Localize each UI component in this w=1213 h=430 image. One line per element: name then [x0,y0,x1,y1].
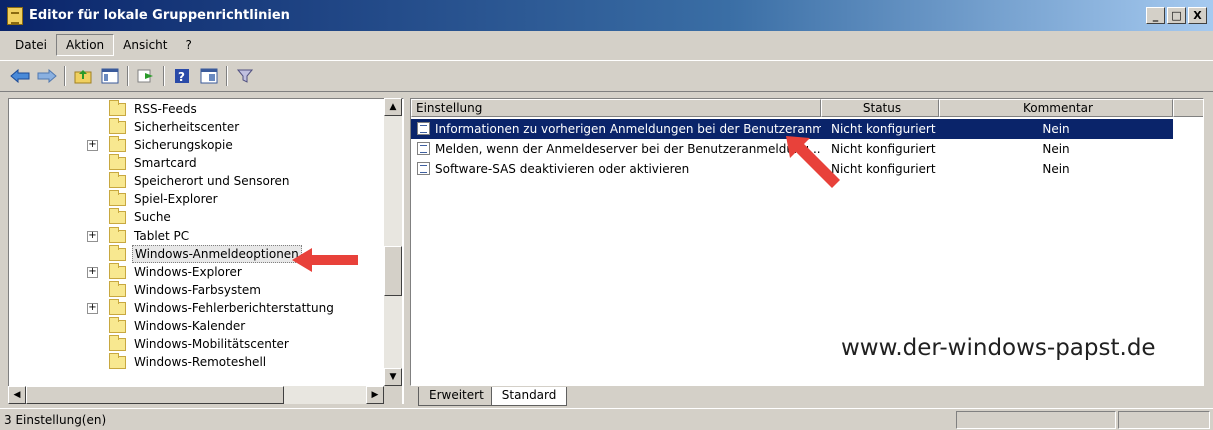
show-hide-tree-icon[interactable] [98,65,122,87]
tab-erweitert[interactable]: Erweitert [418,387,495,406]
tree-item-label: Windows-Kalender [134,319,246,333]
scrollbar-corner [384,386,402,404]
folder-icon [109,208,126,224]
view-tabs: Erweitert Standard [410,386,1204,406]
gpedit-app-icon [7,6,23,25]
comment-cell: Nein [1042,142,1070,156]
watermark-text: www.der-windows-papst.de [841,335,1156,361]
toolbar-separator [226,66,228,86]
tab-standard[interactable]: Standard [490,387,568,406]
tree-item-label: Windows-Explorer [134,265,242,279]
minimize-button[interactable]: _ [1146,7,1165,24]
forward-icon[interactable] [35,65,59,87]
folder-icon [109,172,126,188]
red-arrow-icon [786,136,840,188]
folder-icon [109,136,126,152]
tree-item-label: Windows-Fehlerberichterstattung [134,301,334,315]
close-button[interactable]: X [1188,7,1207,24]
folder-icon [109,281,126,297]
setting-name: Software-SAS deaktivieren oder aktiviere… [435,162,690,176]
filter-icon[interactable] [233,65,257,87]
toolbar-separator [163,66,165,86]
menu-bar: Datei Aktion Ansicht ? [0,31,1213,58]
menu-datei[interactable]: Datei [6,35,56,55]
policy-setting-icon [417,122,430,135]
export-list-icon[interactable] [134,65,158,87]
scroll-right-icon[interactable]: ▶ [366,386,384,404]
setting-cell: Melden, wenn der Anmeldeserver bei der B… [411,139,821,159]
folder-icon [109,317,126,333]
window-title: Editor für lokale Gruppenrichtlinien [29,8,290,23]
svg-text:?: ? [178,70,185,84]
menu-ansicht[interactable]: Ansicht [114,35,176,55]
tree-item-label: RSS-Feeds [134,102,197,116]
folder-icon [109,335,126,351]
tree-item-label: Spiel-Explorer [134,192,218,206]
expand-icon[interactable]: + [87,303,98,314]
tree-item-label: Tablet PC [134,229,190,243]
tree-horizontal-scrollbar[interactable]: ◀ ▶ [8,386,384,404]
comment-cell: Nein [1042,162,1070,176]
folder-icon [109,353,126,369]
folder-icon [109,118,126,134]
folder-icon [109,190,126,206]
tree-item-label: Windows-Remoteshell [134,355,267,369]
policy-setting-icon [417,142,430,155]
help-icon[interactable]: ? [170,65,194,87]
status-bar: 3 Einstellung(en) [0,408,1213,430]
folder-icon [109,245,126,261]
menu-help[interactable]: ? [176,35,200,55]
tree-item-label: Windows-Anmeldeoptionen [132,245,302,263]
folder-icon [109,154,126,170]
expand-icon[interactable]: + [87,231,98,242]
setting-name: Informationen zu vorherigen Anmeldungen … [435,122,821,136]
properties-icon[interactable] [197,65,221,87]
scroll-left-icon[interactable]: ◀ [8,386,26,404]
folder-icon [109,227,126,243]
tree-scroll-thumb[interactable] [384,246,402,296]
column-header-kommentar[interactable]: Kommentar [939,99,1173,117]
setting-cell: Informationen zu vorherigen Anmeldungen … [411,119,821,139]
tree-item-label: Sicherheitscenter [134,120,240,134]
setting-cell: Software-SAS deaktivieren oder aktiviere… [411,159,821,179]
setting-name: Melden, wenn der Anmeldeserver bei der B… [435,142,821,156]
tree-item-label: Smartcard [134,156,197,170]
tree-item-label: Windows-Farbsystem [134,283,261,297]
expand-icon[interactable]: + [87,267,98,278]
folder-icon [109,263,126,279]
toolbar-separator [64,66,66,86]
column-header-status[interactable]: Status [821,99,939,117]
status-pane [1118,411,1210,429]
policy-setting-icon [417,162,430,175]
menu-aktion[interactable]: Aktion [56,33,115,56]
tree-item-label: Sicherungskopie [134,138,233,152]
folder-icon [109,299,126,315]
tree-item-label: Suche [134,210,171,224]
status-text: 3 Einstellung(en) [4,413,107,427]
window-controls: _ □ X [1146,7,1207,24]
scroll-up-icon[interactable]: ▲ [384,98,402,116]
folder-icon [109,100,126,116]
tree-hscroll-thumb[interactable] [26,386,284,404]
tree-item-label: Windows-Mobilitätscenter [134,337,289,351]
comment-cell: Nein [939,119,1173,139]
title-bar: Editor für lokale Gruppenrichtlinien _ □… [0,0,1213,31]
toolbar-separator [127,66,129,86]
column-header-empty [1173,99,1203,117]
toolbar: ? [0,60,1213,92]
expand-icon[interactable]: + [87,140,98,151]
status-pane [956,411,1116,429]
red-arrow-icon [292,248,358,272]
column-header-einstellung[interactable]: Einstellung [411,99,821,117]
maximize-button[interactable]: □ [1167,7,1186,24]
tree-vertical-scrollbar[interactable]: ▲ ▼ [384,98,402,386]
back-icon[interactable] [8,65,32,87]
scroll-down-icon[interactable]: ▼ [384,368,402,386]
tree-item-label: Speicherort und Sensoren [134,174,290,188]
up-folder-icon[interactable] [71,65,95,87]
